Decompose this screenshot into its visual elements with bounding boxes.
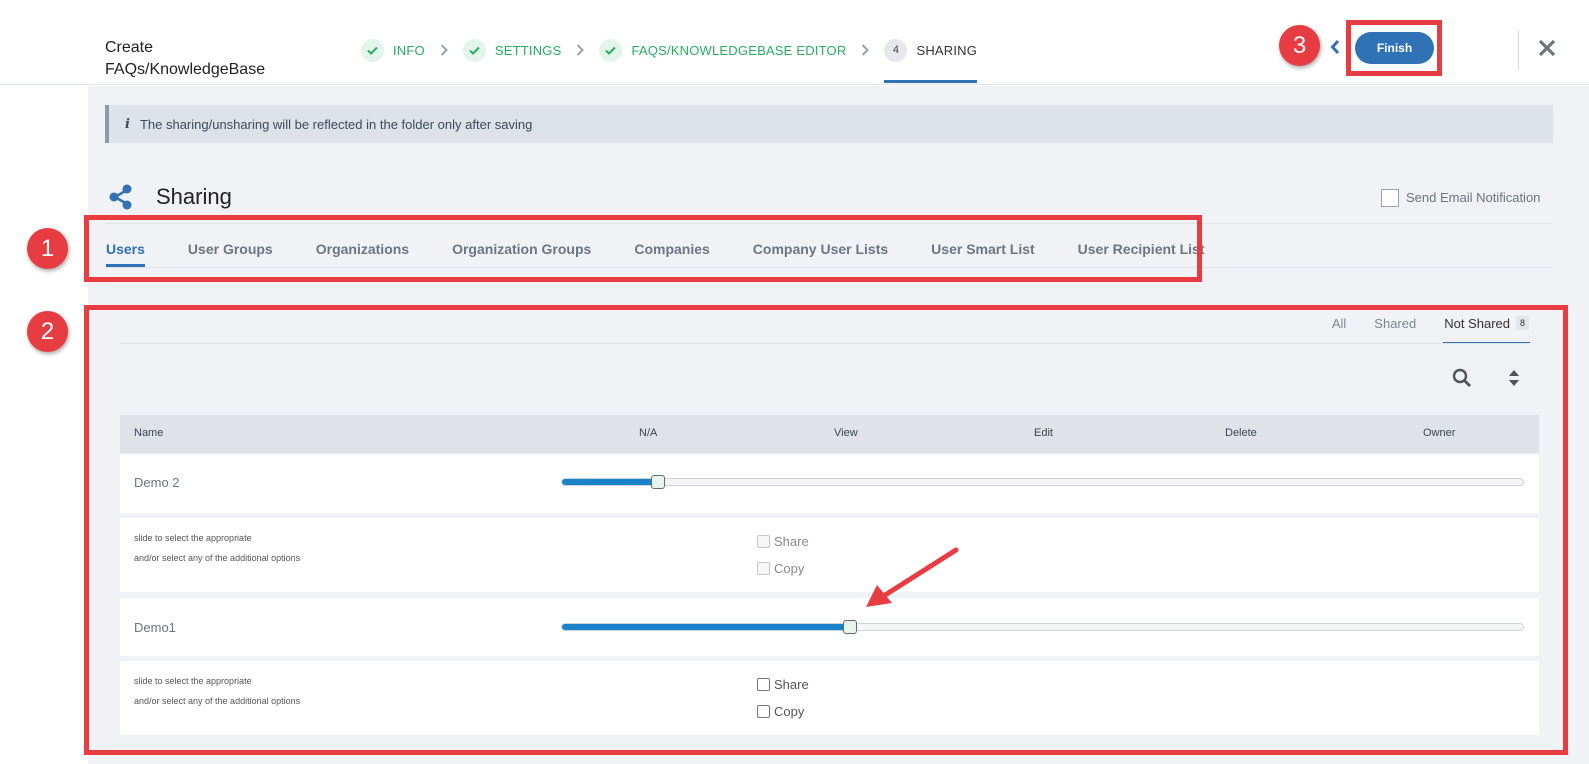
annotation-box-2 (84, 305, 1568, 755)
info-text: The sharing/unsharing will be reflected … (139, 116, 533, 132)
check-icon (599, 38, 623, 62)
annotation-arrow-icon (866, 547, 959, 607)
chevron-right-icon (440, 38, 448, 62)
step-label: SETTINGS (494, 42, 562, 58)
info-banner: i The sharing/unsharing will be reflecte… (105, 105, 1553, 143)
annotation-number-1: 1 (27, 228, 68, 269)
step-label: INFO (393, 42, 425, 58)
share-icon (108, 184, 134, 210)
annotation-box-1 (84, 215, 1202, 282)
email-notification-label: Send Email Notification (1406, 190, 1541, 205)
step-label: SHARING (916, 42, 978, 58)
check-icon (462, 38, 486, 62)
stepper: INFO SETTINGS FAQS/KNOWLEDGEBASE EDITOR (361, 38, 977, 84)
annotation-number-3: 3 (1279, 25, 1320, 66)
section-title: Sharing (156, 184, 232, 209)
chevron-left-icon[interactable] (1327, 36, 1343, 58)
chevron-right-icon (576, 38, 585, 62)
info-icon: i (125, 116, 130, 132)
step-info[interactable]: INFO (361, 38, 425, 62)
step-label: FAQS/KNOWLEDGEBASE EDITOR (631, 42, 847, 58)
header-divider (1518, 30, 1519, 70)
step-settings[interactable]: SETTINGS (462, 38, 562, 62)
page-title: Create FAQs/KnowledgeBase (105, 39, 266, 78)
email-notification-checkbox[interactable] (1381, 189, 1399, 207)
step-sharing[interactable]: 4 SHARING (884, 38, 978, 83)
app-root: Create FAQs/KnowledgeBase INFO SETTINGS (0, 0, 1589, 764)
step-editor[interactable]: FAQS/KNOWLEDGEBASE EDITOR (599, 38, 846, 62)
annotation-box-3 (1346, 20, 1442, 76)
close-icon[interactable] (1536, 37, 1558, 59)
chevron-right-icon (861, 38, 870, 62)
step-number: 4 (884, 38, 908, 62)
annotation-number-2: 2 (27, 311, 68, 352)
check-icon (361, 38, 384, 62)
